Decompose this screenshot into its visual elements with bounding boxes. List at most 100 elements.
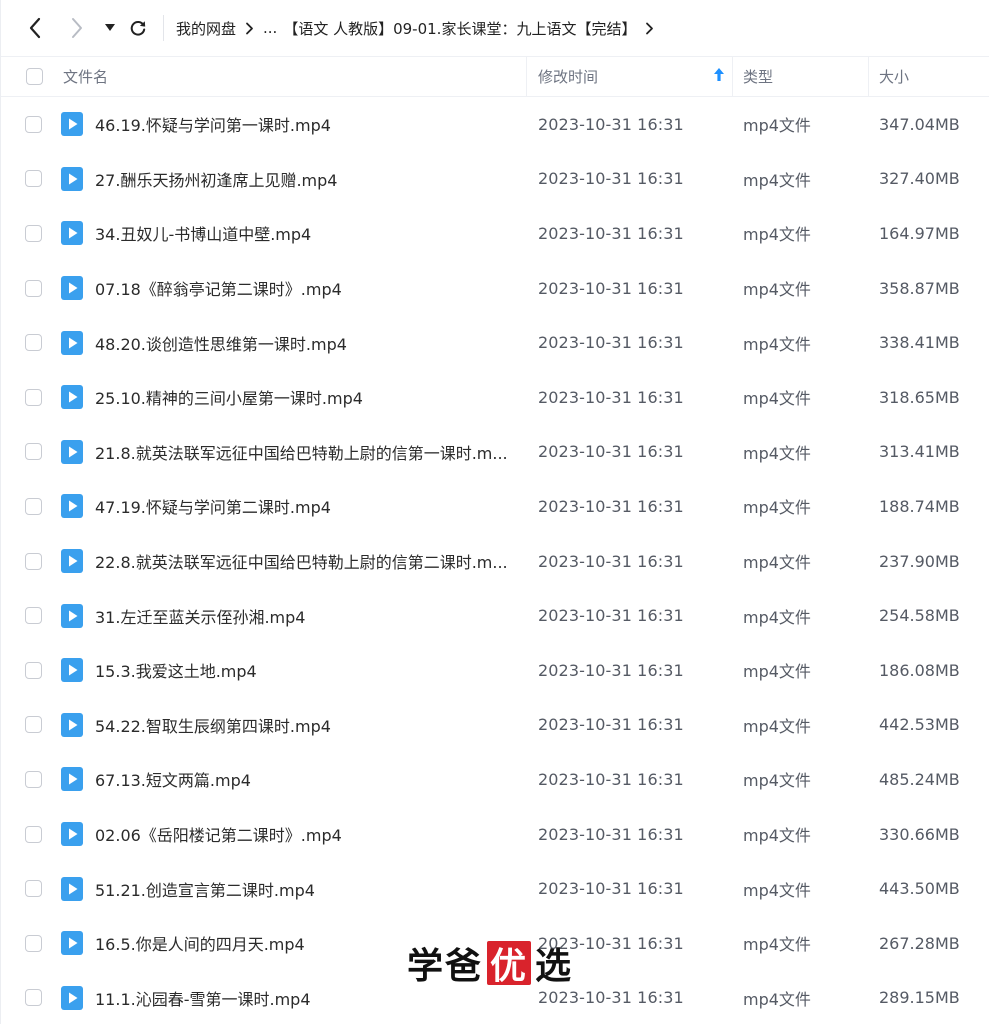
row-checkbox[interactable] xyxy=(24,770,42,788)
row-select-cell xyxy=(1,370,57,425)
table-row[interactable]: 07.18《醉翁亭记第二课时》.mp4 2023-10-31 16:31 mp4文件… xyxy=(1,261,989,316)
forward-button[interactable] xyxy=(57,8,97,48)
file-browser-window: 我的网盘 ... 【语文 人教版】09-01.家长课堂：九上语文【完结】 文件名… xyxy=(0,0,989,1024)
file-name[interactable]: 15.3.我爱这土地.mp4 xyxy=(93,643,527,698)
file-type: mp4文件 xyxy=(743,334,811,354)
video-file-icon xyxy=(57,534,93,589)
file-type: mp4文件 xyxy=(743,771,811,791)
table-row[interactable]: 67.13.短文两篇.mp4 2023-10-31 16:31 mp4文件 485.2… xyxy=(1,752,989,807)
history-dropdown-button[interactable] xyxy=(99,8,121,48)
file-type: mp4文件 xyxy=(743,716,811,736)
file-name[interactable]: 02.06《岳阳楼记第二课时》.mp4 xyxy=(93,807,527,862)
row-checkbox[interactable] xyxy=(24,607,42,625)
file-size: 327.40MB xyxy=(879,169,960,189)
table-row[interactable]: 47.19.怀疑与学问第二课时.mp4 2023-10-31 16:31 mp4文件… xyxy=(1,479,989,534)
breadcrumb-current[interactable]: 【语文 人教版】09-01.家长课堂：九上语文【完结】 xyxy=(283,18,636,39)
row-checkbox[interactable] xyxy=(24,880,42,898)
table-row[interactable]: 15.3.我爱这土地.mp4 2023-10-31 16:31 mp4文件 186.0… xyxy=(1,643,989,698)
file-name[interactable]: 21.8.就英法联军远征中国给巴特勒上尉的信第一课时.m... xyxy=(93,425,527,480)
table-row[interactable]: 46.19.怀疑与学问第一课时.mp4 2023-10-31 16:31 mp4文件… xyxy=(1,97,989,152)
row-checkbox[interactable] xyxy=(24,170,42,188)
row-checkbox[interactable] xyxy=(24,825,42,843)
chevron-right-icon[interactable] xyxy=(645,22,654,35)
file-name[interactable]: 22.8.就英法联军远征中国给巴特勒上尉的信第二课时.m... xyxy=(93,534,527,589)
back-button[interactable] xyxy=(15,8,55,48)
file-size: 267.28MB xyxy=(879,933,960,953)
table-row[interactable]: 54.22.智取生辰纲第四课时.mp4 2023-10-31 16:31 mp4文件… xyxy=(1,698,989,753)
row-checkbox[interactable] xyxy=(24,716,42,734)
file-name[interactable]: 51.21.创造宣言第二课时.mp4 xyxy=(93,861,527,916)
table-row[interactable]: 22.8.就英法联军远征中国给巴特勒上尉的信第二课时.m... 2023-10-3… xyxy=(1,534,989,589)
column-header-name[interactable]: 文件名 xyxy=(57,56,527,96)
video-file-icon xyxy=(57,807,93,862)
table-row[interactable]: 31.左迁至蓝关示侄孙湘.mp4 2023-10-31 16:31 mp4文件 254… xyxy=(1,588,989,643)
file-name[interactable]: 67.13.短文两篇.mp4 xyxy=(93,752,527,807)
row-checkbox[interactable] xyxy=(24,224,42,242)
video-file-icon xyxy=(57,370,93,425)
row-checkbox[interactable] xyxy=(24,443,42,461)
table-row[interactable]: 21.8.就英法联军远征中国给巴特勒上尉的信第一课时.m... 2023-10-3… xyxy=(1,425,989,480)
table-row[interactable]: 34.丑奴儿-书博山道中壁.mp4 2023-10-31 16:31 mp4文件 16… xyxy=(1,206,989,261)
file-type: mp4文件 xyxy=(743,389,811,409)
table-row[interactable]: 02.06《岳阳楼记第二课时》.mp4 2023-10-31 16:31 mp4文件… xyxy=(1,807,989,862)
select-all-cell xyxy=(1,56,57,96)
file-size: 289.15MB xyxy=(879,988,960,1008)
file-type: mp4文件 xyxy=(743,498,811,518)
row-checkbox[interactable] xyxy=(24,989,42,1007)
file-name[interactable]: 07.18《醉翁亭记第二课时》.mp4 xyxy=(93,261,527,316)
video-file-icon xyxy=(57,971,93,1024)
row-checkbox[interactable] xyxy=(24,552,42,570)
table-row[interactable]: 51.21.创造宣言第二课时.mp4 2023-10-31 16:31 mp4文件 4… xyxy=(1,861,989,916)
file-name[interactable]: 46.19.怀疑与学问第一课时.mp4 xyxy=(93,97,527,152)
file-size: 338.41MB xyxy=(879,333,960,353)
column-header-mtime[interactable]: 修改时间 xyxy=(527,56,733,96)
row-checkbox[interactable] xyxy=(24,388,42,406)
refresh-icon xyxy=(130,21,146,36)
watermark-logo: 学爸 优 选 xyxy=(407,940,574,987)
file-name[interactable]: 27.酬乐天扬州初逢席上见赠.mp4 xyxy=(93,152,527,207)
file-size: 330.66MB xyxy=(879,824,960,844)
file-name[interactable]: 47.19.怀疑与学问第二课时.mp4 xyxy=(93,479,527,534)
file-type: mp4文件 xyxy=(743,280,811,300)
file-list: 46.19.怀疑与学问第一课时.mp4 2023-10-31 16:31 mp4文件… xyxy=(1,97,989,1024)
video-file-icon xyxy=(57,752,93,807)
file-name[interactable]: 34.丑奴儿-书博山道中壁.mp4 xyxy=(93,206,527,261)
file-name[interactable]: 31.左迁至蓝关示侄孙湘.mp4 xyxy=(93,588,527,643)
file-mtime: 2023-10-31 16:31 xyxy=(538,223,684,243)
table-row[interactable]: 48.20.谈创造性思维第一课时.mp4 2023-10-31 16:31 mp4文… xyxy=(1,315,989,370)
file-name[interactable]: 48.20.谈创造性思维第一课时.mp4 xyxy=(93,315,527,370)
table-row[interactable]: 25.10.精神的三间小屋第一课时.mp4 2023-10-31 16:31 mp4… xyxy=(1,370,989,425)
file-type: mp4文件 xyxy=(743,607,811,627)
sort-ascending-icon xyxy=(714,68,724,81)
file-name[interactable]: 54.22.智取生辰纲第四课时.mp4 xyxy=(93,698,527,753)
file-size: 186.08MB xyxy=(879,660,960,680)
row-checkbox[interactable] xyxy=(24,934,42,952)
watermark-text-after: 选 xyxy=(535,946,574,987)
column-header-type[interactable]: 类型 xyxy=(733,56,869,96)
row-checkbox[interactable] xyxy=(24,115,42,133)
refresh-button[interactable] xyxy=(123,8,153,48)
row-checkbox[interactable] xyxy=(24,661,42,679)
row-checkbox[interactable] xyxy=(24,334,42,352)
video-file-icon xyxy=(57,315,93,370)
file-mtime: 2023-10-31 16:31 xyxy=(538,879,684,899)
column-header-size[interactable]: 大小 xyxy=(869,56,989,96)
select-all-checkbox[interactable] xyxy=(25,67,43,85)
row-select-cell xyxy=(1,698,57,753)
row-checkbox[interactable] xyxy=(24,497,42,515)
breadcrumb-ellipsis[interactable]: ... xyxy=(263,19,277,37)
breadcrumb-root[interactable]: 我的网盘 xyxy=(176,18,236,39)
video-file-icon xyxy=(57,698,93,753)
row-select-cell xyxy=(1,261,57,316)
video-file-icon xyxy=(57,588,93,643)
file-mtime: 2023-10-31 16:31 xyxy=(538,551,684,571)
file-type: mp4文件 xyxy=(743,826,811,846)
row-select-cell xyxy=(1,643,57,698)
watermark-text-boxed: 优 xyxy=(487,941,532,987)
toolbar-divider xyxy=(163,15,164,41)
table-row[interactable]: 27.酬乐天扬州初逢席上见赠.mp4 2023-10-31 16:31 mp4文件 3… xyxy=(1,152,989,207)
file-mtime: 2023-10-31 16:31 xyxy=(538,824,684,844)
file-name[interactable]: 25.10.精神的三间小屋第一课时.mp4 xyxy=(93,370,527,425)
row-select-cell xyxy=(1,861,57,916)
row-checkbox[interactable] xyxy=(24,279,42,297)
